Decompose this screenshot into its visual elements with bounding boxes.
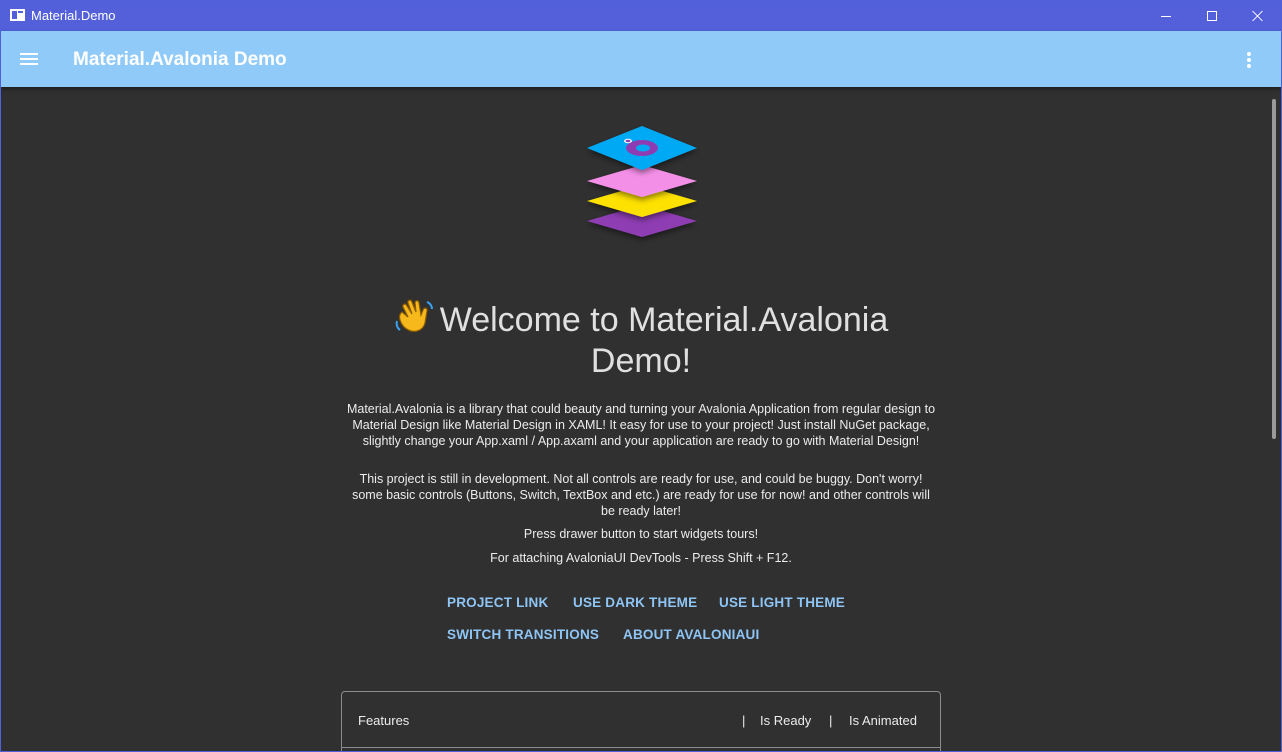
more-vert-icon[interactable] — [1237, 45, 1259, 73]
welcome-title: Welcome to Material.Avalonia Demo! — [439, 301, 889, 380]
minimize-icon — [1161, 16, 1171, 17]
window-title: Material.Demo — [31, 8, 116, 23]
app-window-icon — [10, 9, 25, 21]
features-column-header: Features — [358, 713, 410, 728]
column-separator: | — [742, 713, 746, 728]
is-animated-column-header: Is Animated — [849, 713, 917, 728]
intro-paragraph: Material.Avalonia is a library that coul… — [346, 402, 936, 448]
project-link-button[interactable]: PROJECT LINK — [447, 595, 548, 610]
drawer-hint: Press drawer button to start widgets tou… — [523, 527, 759, 541]
use-light-theme-button[interactable]: USE LIGHT THEME — [719, 595, 845, 610]
maximize-button[interactable] — [1189, 1, 1235, 31]
scrollbar-thumb[interactable] — [1272, 99, 1276, 439]
app-bar-title: Material.Avalonia Demo — [73, 49, 287, 70]
switch-transitions-button[interactable]: SWITCH TRANSITIONS — [447, 627, 599, 642]
app-window: Material.Demo Material.Avalonia Demo Wel… — [0, 0, 1282, 752]
app-bar: Material.Avalonia Demo — [1, 31, 1281, 87]
main-content: Welcome to Material.Avalonia Demo! Mater… — [1, 87, 1281, 751]
devtools-hint: For attaching AvaloniaUI DevTools - Pres… — [490, 551, 792, 565]
close-button[interactable] — [1235, 1, 1281, 31]
features-table: Features | Is Ready | Is Animated — [341, 691, 941, 751]
maximize-icon — [1207, 11, 1217, 21]
is-ready-column-header: Is Ready — [760, 713, 812, 728]
welcome-heading: Welcome to Material.Avalonia Demo! — [341, 297, 941, 382]
table-divider — [342, 747, 940, 748]
column-separator: | — [829, 713, 833, 728]
vertical-scrollbar[interactable] — [1267, 87, 1281, 751]
hamburger-icon[interactable] — [13, 45, 45, 73]
use-dark-theme-button[interactable]: USE DARK THEME — [573, 595, 697, 610]
about-avaloniaui-button[interactable]: ABOUT AVALONIAUI — [623, 627, 759, 642]
window-titlebar[interactable]: Material.Demo — [1, 1, 1281, 31]
minimize-button[interactable] — [1143, 1, 1189, 31]
waving-hand-icon — [395, 299, 433, 332]
development-paragraph: This project is still in development. No… — [352, 472, 930, 518]
material-avalonia-logo — [587, 126, 697, 237]
